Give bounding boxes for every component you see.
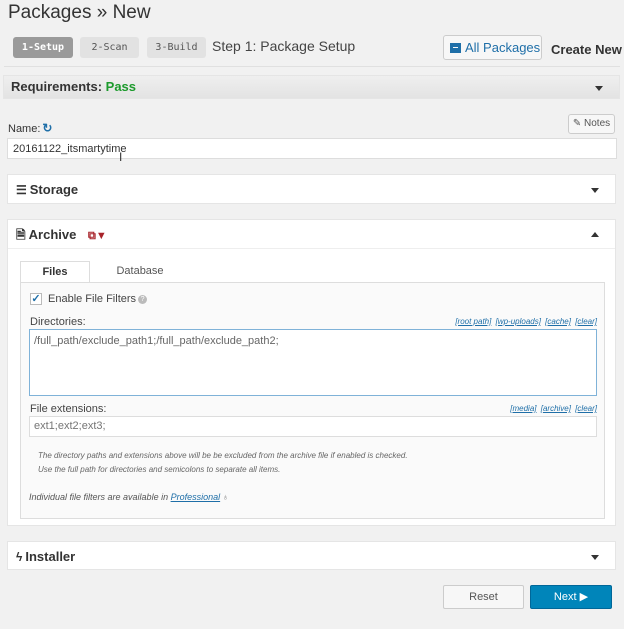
professional-note: Individual file filters are available in… xyxy=(29,492,229,502)
text-cursor-icon: I xyxy=(119,150,123,164)
caret-down-icon[interactable] xyxy=(595,86,603,91)
installer-panel: ϟ Installer xyxy=(7,541,616,570)
clear-extensions-link[interactable]: [clear] xyxy=(575,404,597,413)
name-label: Name: xyxy=(8,123,41,135)
bolt-icon: ϟ xyxy=(16,550,23,564)
filter-note-line-1: The directory paths and extensions above… xyxy=(38,451,408,460)
file-archive-icon: 🗎 xyxy=(16,228,26,242)
reset-button[interactable]: Reset xyxy=(443,585,524,609)
edit-icon: ✎ xyxy=(572,118,582,129)
package-name-input[interactable] xyxy=(7,138,617,159)
requirements-panel-header[interactable]: Requirements: Pass xyxy=(3,75,620,99)
wp-uploads-link[interactable]: [wp-uploads] xyxy=(496,317,541,326)
archive-link[interactable]: [archive] xyxy=(541,404,571,413)
archive-tabs: Files Database xyxy=(20,261,605,283)
directories-textarea[interactable]: /full_path/exclude_path1;/full_path/excl… xyxy=(29,329,597,396)
all-packages-label: All Packages xyxy=(465,40,541,55)
archive-panel-header[interactable]: 🗎 Archive ⧉▼ xyxy=(8,220,615,249)
archive-tools: ⧉▼ xyxy=(88,230,107,242)
storage-title: Storage xyxy=(29,182,79,197)
tab-database[interactable]: Database xyxy=(90,261,190,283)
cache-link[interactable]: [cache] xyxy=(545,317,571,326)
caret-down-icon[interactable] xyxy=(591,188,599,193)
professional-note-text: Individual file filters are available in xyxy=(29,492,169,502)
storage-panel: ☰ Storage xyxy=(7,174,616,204)
refresh-icon[interactable]: ↻ xyxy=(42,121,52,135)
database-icon: ☰ xyxy=(16,183,27,197)
installer-title: Installer xyxy=(25,549,76,564)
directory-quick-links: [root path] [wp-uploads] [cache] [clear] xyxy=(453,317,597,326)
notes-button[interactable]: ✎ Notes xyxy=(568,114,615,134)
file-extensions-textarea[interactable] xyxy=(29,416,597,437)
archive-title: Archive xyxy=(28,227,77,242)
filter-help-note: The directory paths and extensions above… xyxy=(38,449,408,477)
archive-panel: 🗎 Archive ⧉▼ Files Database ✓ Enable File… xyxy=(7,219,616,526)
caret-up-icon[interactable] xyxy=(591,232,599,237)
notes-label: Notes xyxy=(584,118,611,129)
filter-note-line-2: Use the full path for directories and se… xyxy=(38,465,281,474)
name-label-row: Name: ↻ xyxy=(8,121,52,135)
caret-down-icon[interactable] xyxy=(591,555,599,560)
enable-file-filters-label: Enable File Filters? xyxy=(48,293,148,305)
requirements-label: Requirements: xyxy=(11,79,103,94)
professional-link[interactable]: Professional xyxy=(171,492,221,502)
clear-directories-link[interactable]: [clear] xyxy=(575,317,597,326)
all-packages-button[interactable]: All Packages xyxy=(443,35,542,60)
root-path-link[interactable]: [root path] xyxy=(455,317,491,326)
lightbulb-icon: ♁ xyxy=(222,492,229,502)
step-scan: 2-Scan xyxy=(80,37,139,58)
filter-icon[interactable]: ▼ xyxy=(96,230,107,242)
file-extensions-label: File extensions: xyxy=(30,403,107,415)
step-setup: 1-Setup xyxy=(13,37,73,58)
directories-label: Directories: xyxy=(30,316,86,328)
tab-files[interactable]: Files xyxy=(20,261,90,283)
installer-panel-header[interactable]: ϟ Installer xyxy=(8,542,615,571)
copy-icon[interactable]: ⧉ xyxy=(88,230,96,242)
storage-panel-header[interactable]: ☰ Storage xyxy=(8,175,615,204)
files-tab-content: ✓ Enable File Filters? Directories: [roo… xyxy=(20,282,605,519)
media-link[interactable]: [media] xyxy=(510,404,536,413)
create-new-link[interactable]: Create New xyxy=(551,42,622,57)
header-divider xyxy=(4,66,620,67)
step-title: Step 1: Package Setup xyxy=(212,38,356,54)
enable-file-filters-text: Enable File Filters xyxy=(48,293,137,305)
archive-box-icon xyxy=(450,43,461,53)
step-build: 3-Build xyxy=(147,37,206,58)
enable-file-filters-checkbox[interactable]: ✓ xyxy=(30,293,42,305)
next-button[interactable]: Next ▶ xyxy=(530,585,612,609)
extension-quick-links: [media] [archive] [clear] xyxy=(508,404,597,413)
requirements-status: Pass xyxy=(105,79,137,94)
page-title: Packages » New xyxy=(8,2,151,23)
help-icon[interactable]: ? xyxy=(138,295,148,304)
